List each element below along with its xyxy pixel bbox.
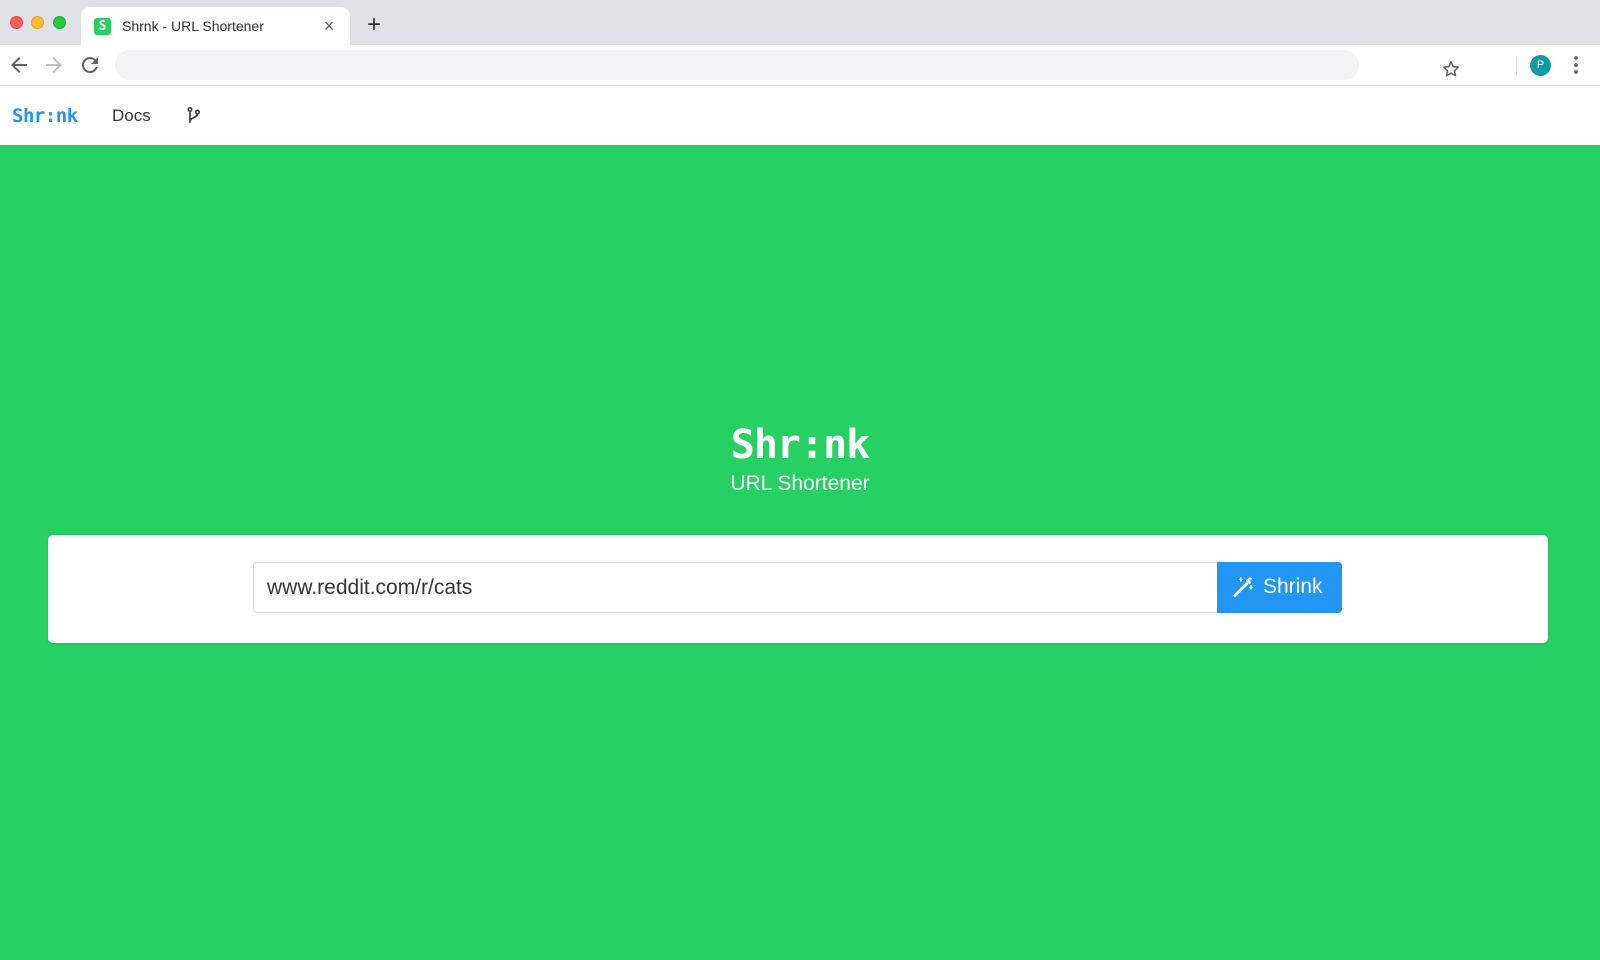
shrnk-favicon-icon: S — [94, 18, 111, 35]
toolbar-divider — [1516, 57, 1517, 75]
shrink-button[interactable]: Shrink — [1217, 562, 1342, 613]
hero-title: Shr:nk — [730, 422, 871, 468]
profile-avatar[interactable]: P — [1530, 55, 1551, 76]
git-branch-icon[interactable] — [186, 106, 202, 126]
reload-icon[interactable] — [78, 53, 102, 77]
back-arrow-icon[interactable] — [7, 53, 31, 77]
new-tab-button[interactable]: + — [362, 13, 386, 38]
forward-arrow-icon[interactable] — [42, 53, 66, 77]
brand-logo-link[interactable]: Shr:nk — [12, 106, 78, 126]
tab-close-icon[interactable]: × — [319, 16, 339, 36]
magic-wand-icon — [1232, 576, 1254, 598]
window-minimize-button[interactable] — [31, 16, 44, 29]
url-input[interactable] — [253, 562, 1217, 613]
address-input[interactable] — [131, 50, 1281, 80]
browser-tab-strip: S Shrnk - URL Shortener × + — [0, 0, 1600, 45]
nav-link-docs[interactable]: Docs — [112, 106, 151, 126]
hero-section: Shr:nk URL Shortener Shrink — [0, 145, 1600, 960]
shrink-button-label: Shrink — [1263, 575, 1323, 598]
hero-subtitle: URL Shortener — [730, 472, 870, 495]
address-bar[interactable] — [115, 50, 1459, 80]
window-zoom-button[interactable] — [53, 16, 66, 29]
browser-tab-active[interactable]: S Shrnk - URL Shortener × — [81, 7, 350, 45]
star-icon[interactable] — [1441, 59, 1461, 79]
site-navbar: Shr:nk Docs — [0, 86, 1600, 145]
window-close-button[interactable] — [10, 16, 23, 29]
shorten-form-card: Shrink — [48, 535, 1548, 643]
browser-toolbar: P — [0, 45, 1600, 86]
kebab-menu-icon[interactable] — [1566, 54, 1586, 76]
tab-title: Shrnk - URL Shortener — [122, 18, 264, 34]
